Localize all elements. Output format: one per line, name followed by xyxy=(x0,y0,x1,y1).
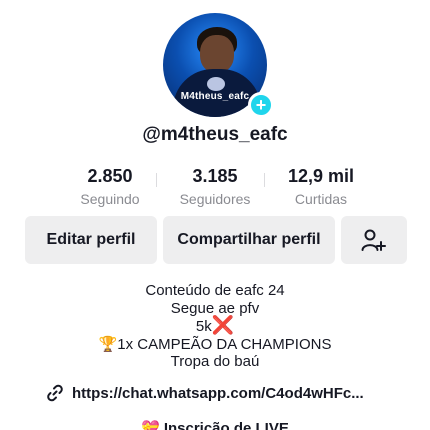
add-photo-plus-icon[interactable]: + xyxy=(248,92,274,118)
bio-line: 5k❌ xyxy=(0,315,430,336)
bio-link-text[interactable]: https://chat.whatsapp.com/C4od4wHFc... xyxy=(72,385,364,402)
add-friend-icon xyxy=(361,229,386,251)
edit-profile-button[interactable]: Editar perfil xyxy=(25,216,157,264)
likes-label: Curtidas xyxy=(294,191,348,207)
bio-line: Conteúdo de eafc 24 xyxy=(145,282,285,299)
share-profile-button[interactable]: Compartilhar perfil xyxy=(163,216,335,264)
trophy-icon: 🏆 xyxy=(98,335,118,353)
followers-label: Seguidores xyxy=(179,191,251,207)
following-label: Seguindo xyxy=(80,191,140,207)
username: @m4theus_eafc xyxy=(142,124,288,145)
following-count: 2.850 xyxy=(87,166,133,186)
bio-text: 5k xyxy=(195,318,212,335)
cross-mark-icon: ❌ xyxy=(211,315,235,335)
stat-followers[interactable]: 3.185 Seguidores xyxy=(155,166,275,207)
bio-line: Tropa do baú xyxy=(170,353,260,370)
link-icon xyxy=(47,384,63,402)
likes-count: 12,9 mil xyxy=(287,166,355,186)
bio-text: 1x CAMPEÃO DA CHAMPIONS xyxy=(117,335,332,353)
live-subscription-label: Inscrição de LIVE xyxy=(163,420,289,430)
add-friend-button[interactable] xyxy=(341,216,407,264)
stat-likes[interactable]: 12,9 mil Curtidas xyxy=(261,166,381,207)
profile-avatar[interactable]: M4theus_eafc + xyxy=(163,13,274,118)
avatar-face xyxy=(200,35,234,73)
bio-line: 🏆1x CAMPEÃO DA CHAMPIONS xyxy=(0,336,430,354)
heart-gift-icon: 💝 xyxy=(141,420,160,430)
live-subscription-row[interactable]: 💝 Inscrição de LIVE xyxy=(0,419,430,430)
stat-following[interactable]: 2.850 Seguindo xyxy=(50,166,170,207)
profile-bio: Conteúdo de eafc 24 Segue ae pfv 5k❌ 🏆1x… xyxy=(0,282,430,371)
followers-count: 3.185 xyxy=(192,166,238,186)
jersey-logo xyxy=(207,77,225,91)
bio-link[interactable]: https://chat.whatsapp.com/C4od4wHFc... xyxy=(46,384,410,402)
